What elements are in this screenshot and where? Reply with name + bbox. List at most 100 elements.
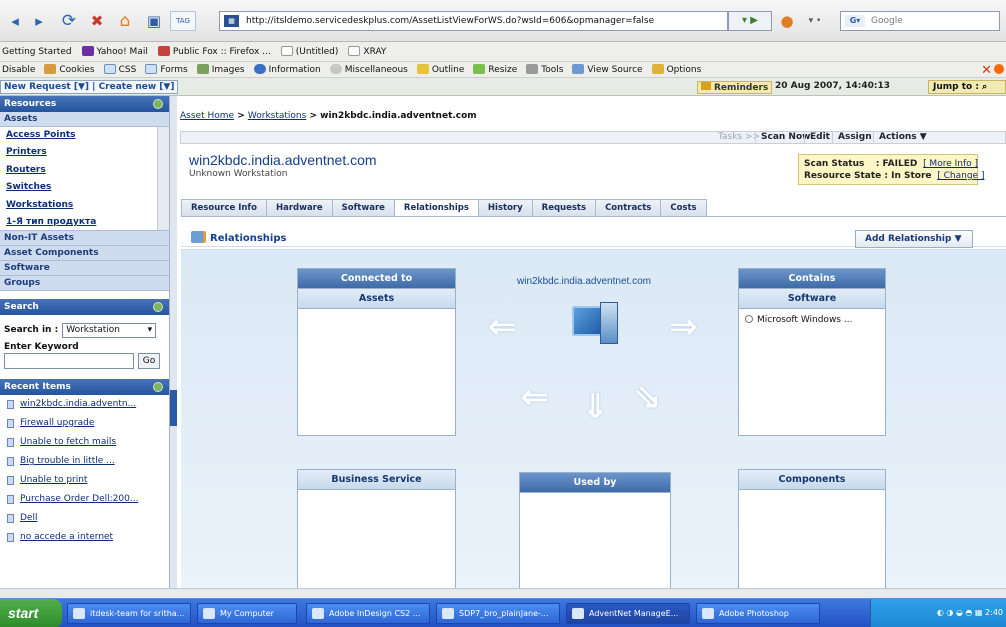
tab-history[interactable]: History: [477, 199, 533, 216]
groups-link[interactable]: Groups: [0, 276, 169, 291]
taskbar-item[interactable]: itdesk-team for sritha...: [67, 603, 191, 624]
search-title: Search: [4, 302, 39, 312]
collapse-icon[interactable]: [153, 99, 163, 109]
person-icon[interactable]: ●: [777, 11, 797, 31]
tab-software[interactable]: Software: [331, 199, 395, 216]
assets-header[interactable]: Assets: [0, 112, 169, 127]
bookmarks-bar: Getting Started Yahoo! Mail Public Fox :…: [0, 42, 1006, 62]
wd-view-source[interactable]: View Source: [572, 64, 643, 75]
assets-subheader: Assets: [298, 289, 455, 309]
home-icon[interactable]: ⌂: [114, 10, 136, 32]
sidebar-item-switches[interactable]: Switches: [0, 179, 169, 196]
wd-forms[interactable]: Forms: [145, 64, 188, 75]
wd-tools[interactable]: Tools: [526, 64, 563, 75]
wd-information[interactable]: Information: [253, 64, 321, 75]
arrow-down-right-icon: ⇘: [633, 377, 662, 417]
tab-resource-info[interactable]: Resource Info: [181, 199, 267, 216]
wd-cookies[interactable]: Cookies: [44, 64, 95, 75]
new-request-link[interactable]: New Request: [4, 82, 71, 92]
tab-hardware[interactable]: Hardware: [265, 199, 333, 216]
back-button[interactable]: ◂: [4, 11, 26, 31]
create-new-link[interactable]: Create new: [99, 82, 157, 92]
go-button[interactable]: Go: [138, 353, 160, 369]
wd-outline[interactable]: Outline: [416, 64, 464, 75]
sidebar-collapse-handle[interactable]: [170, 390, 177, 426]
page-icon[interactable]: ▣: [144, 12, 164, 30]
actions-menu-button[interactable]: Actions ▼: [873, 132, 932, 143]
start-button[interactable]: start: [0, 599, 62, 627]
bookmark-yahoo-mail[interactable]: Yahoo! Mail: [81, 46, 148, 57]
recent-item[interactable]: Dell: [0, 509, 169, 528]
software-item[interactable]: Microsoft Windows ...: [739, 309, 885, 331]
tray-icons[interactable]: ◐ ◑ ◒ ◓ ▦: [937, 608, 985, 617]
recent-item[interactable]: win2kbdc.india.adventn...: [0, 395, 169, 414]
asset-list-scrollbar[interactable]: [157, 127, 169, 230]
tag-icon[interactable]: TAG: [170, 11, 196, 31]
google-search-input[interactable]: G▾ Google: [840, 11, 1000, 31]
non-it-assets-link[interactable]: Non-IT Assets: [0, 231, 169, 246]
wd-css[interactable]: CSS: [103, 64, 136, 75]
edit-button[interactable]: Edit: [804, 132, 835, 143]
recent-item[interactable]: Firewall upgrade: [0, 414, 169, 433]
add-relationship-button[interactable]: Add Relationship ▼: [855, 230, 973, 248]
recent-item[interactable]: Unable to fetch mails: [0, 433, 169, 452]
tab-costs[interactable]: Costs: [660, 199, 707, 216]
breadcrumb-asset-home[interactable]: Asset Home: [180, 111, 234, 121]
wd-disable[interactable]: Disable: [2, 65, 35, 75]
tab-relationships[interactable]: Relationships: [393, 199, 479, 217]
sidebar-item-product-type[interactable]: 1-Я тип продукта: [0, 214, 169, 230]
taskbar-item[interactable]: SDP7_bro_plainJane-...: [436, 603, 560, 624]
jump-to[interactable]: Jump to : ⌕: [928, 80, 1006, 94]
recent-item[interactable]: Unable to print: [0, 471, 169, 490]
wd-images[interactable]: Images: [196, 64, 245, 75]
resources-header[interactable]: Resources: [0, 96, 169, 112]
taskbar-item[interactable]: Adobe InDesign CS2 ...: [306, 603, 430, 624]
taskbar-item[interactable]: Adobe Photoshop: [696, 603, 820, 624]
reload-icon[interactable]: ⟳: [58, 10, 80, 32]
bookmark-getting-started[interactable]: Getting Started: [2, 47, 72, 57]
recent-item[interactable]: Big trouble in little ...: [0, 452, 169, 471]
wd-options[interactable]: Options: [651, 64, 701, 75]
breadcrumb-sep: >: [309, 111, 318, 121]
breadcrumb-workstations[interactable]: Workstations: [248, 111, 306, 121]
wd-resize[interactable]: Resize: [473, 64, 517, 75]
purchase-order-icon: [7, 495, 14, 504]
sidebar-item-printers[interactable]: Printers: [0, 144, 169, 161]
stop-icon[interactable]: ✖: [86, 10, 108, 32]
forward-button[interactable]: ▸: [28, 11, 50, 31]
taskbar-item[interactable]: My Computer: [197, 603, 297, 624]
bookmark-untitled[interactable]: (Untitled): [280, 46, 338, 57]
sidebar-item-workstations[interactable]: Workstations: [0, 197, 169, 214]
tab-requests[interactable]: Requests: [531, 199, 597, 216]
wd-misc[interactable]: Miscellaneous: [329, 64, 408, 75]
toolbar-dropdown[interactable]: ▾ •: [800, 11, 830, 31]
datetime: 20 Aug 2007, 14:40:13: [775, 81, 890, 91]
bookmark-public-fox[interactable]: Public Fox :: Firefox ...: [157, 46, 271, 57]
recent-item[interactable]: Purchase Order Dell:200...: [0, 490, 169, 509]
search-header[interactable]: Search: [0, 299, 169, 315]
collapse-icon[interactable]: [153, 382, 163, 392]
cookie-icon: [44, 64, 57, 74]
sidebar-item-access-points[interactable]: Access Points: [0, 127, 169, 144]
go-arrow-button[interactable]: ▾ ▶: [728, 11, 772, 31]
recent-item-label: Dell: [20, 513, 38, 523]
reminders-button[interactable]: Reminders: [697, 81, 773, 94]
keyword-input[interactable]: [4, 353, 134, 369]
sidebar-item-routers[interactable]: Routers: [0, 162, 169, 179]
recent-item-label: Unable to fetch mails: [20, 437, 117, 447]
search-in-select[interactable]: Workstation ▾: [62, 322, 157, 338]
recent-item[interactable]: no accede a internet: [0, 528, 169, 547]
bookmark-xray[interactable]: XRAY: [348, 46, 386, 57]
assign-button[interactable]: Assign: [832, 132, 877, 143]
url-input[interactable]: ▦ http://itsldemo.servicedeskplus.com/As…: [219, 11, 728, 31]
change-link[interactable]: [ Change ]: [937, 171, 984, 181]
taskbar-item[interactable]: AdventNet ManageE...: [566, 603, 690, 624]
recent-items-header[interactable]: Recent Items: [0, 379, 169, 395]
more-info-link[interactable]: [ More Info ]: [923, 159, 978, 169]
asset-components-link[interactable]: Asset Components: [0, 246, 169, 261]
close-icon[interactable]: ✕: [981, 63, 992, 78]
collapse-icon[interactable]: [153, 302, 163, 312]
tab-contracts[interactable]: Contracts: [595, 199, 662, 216]
software-link[interactable]: Software: [0, 261, 169, 276]
status-dot-icon: [994, 64, 1004, 74]
